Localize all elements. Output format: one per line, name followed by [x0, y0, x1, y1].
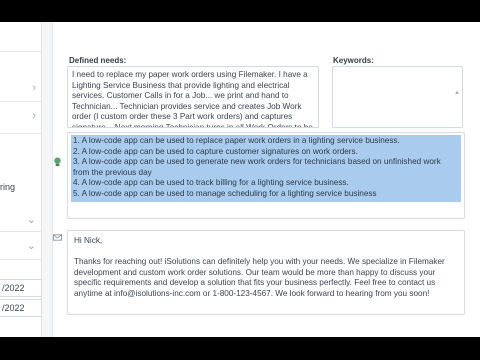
chevron-right-icon: › [32, 82, 36, 94]
keywords-textarea[interactable]: ▲▼ [332, 66, 463, 141]
sidebar-row[interactable]: › [0, 102, 42, 134]
sidebar-row[interactable]: ⌄ [0, 204, 42, 232]
email-draft[interactable]: Hi Nick, Thanks for reaching out! iSolut… [67, 230, 465, 315]
ideas-output[interactable]: 1. A low-code app can be used to replace… [67, 132, 465, 219]
idea-item: 3. A low-code app can be used to generat… [73, 157, 441, 177]
main-panel: Defined needs: Keywords: I need to repla… [52, 22, 480, 337]
defined-needs-textarea[interactable]: I need to replace my paper work orders u… [67, 66, 319, 128]
defined-needs-label: Defined needs: [69, 56, 127, 65]
date-field[interactable]: /2022 [0, 299, 42, 317]
sidebar-row[interactable]: › [0, 74, 42, 102]
date-field[interactable]: /2022 [0, 279, 42, 297]
idea-item: 4. A low-code app can be used to track b… [73, 178, 349, 188]
chevron-down-icon: ⌄ [26, 214, 36, 226]
lightbulb-icon [54, 157, 61, 167]
mail-icon [53, 234, 62, 241]
sidebar-row[interactable] [0, 22, 42, 52]
ideas-selection[interactable]: 1. A low-code app can be used to replace… [71, 135, 461, 202]
app-window: › › ring ⌄ ⌄ /2022 /2022 Defined needs: … [0, 22, 480, 337]
chevron-down-icon: ⌄ [26, 240, 36, 252]
keywords-label: Keywords: [333, 56, 374, 65]
left-sidebar: › › ring ⌄ ⌄ /2022 /2022 [0, 22, 42, 337]
chevron-right-icon: › [32, 110, 36, 122]
video-letterbox-bottom [0, 337, 480, 360]
sidebar-partial-label: ring [0, 182, 16, 192]
idea-item: 2. A low-code app can be used to capture… [73, 146, 358, 156]
email-body: Thanks for reaching out! iSolutions can … [74, 257, 445, 298]
email-greeting: Hi Nick, [74, 236, 103, 245]
sidebar-row[interactable]: ⌄ [0, 232, 42, 260]
idea-item: 1. A low-code app can be used to replace… [73, 136, 400, 145]
idea-item: 5. A low-code app can be used to manage … [73, 188, 377, 198]
video-letterbox-top [0, 0, 480, 22]
